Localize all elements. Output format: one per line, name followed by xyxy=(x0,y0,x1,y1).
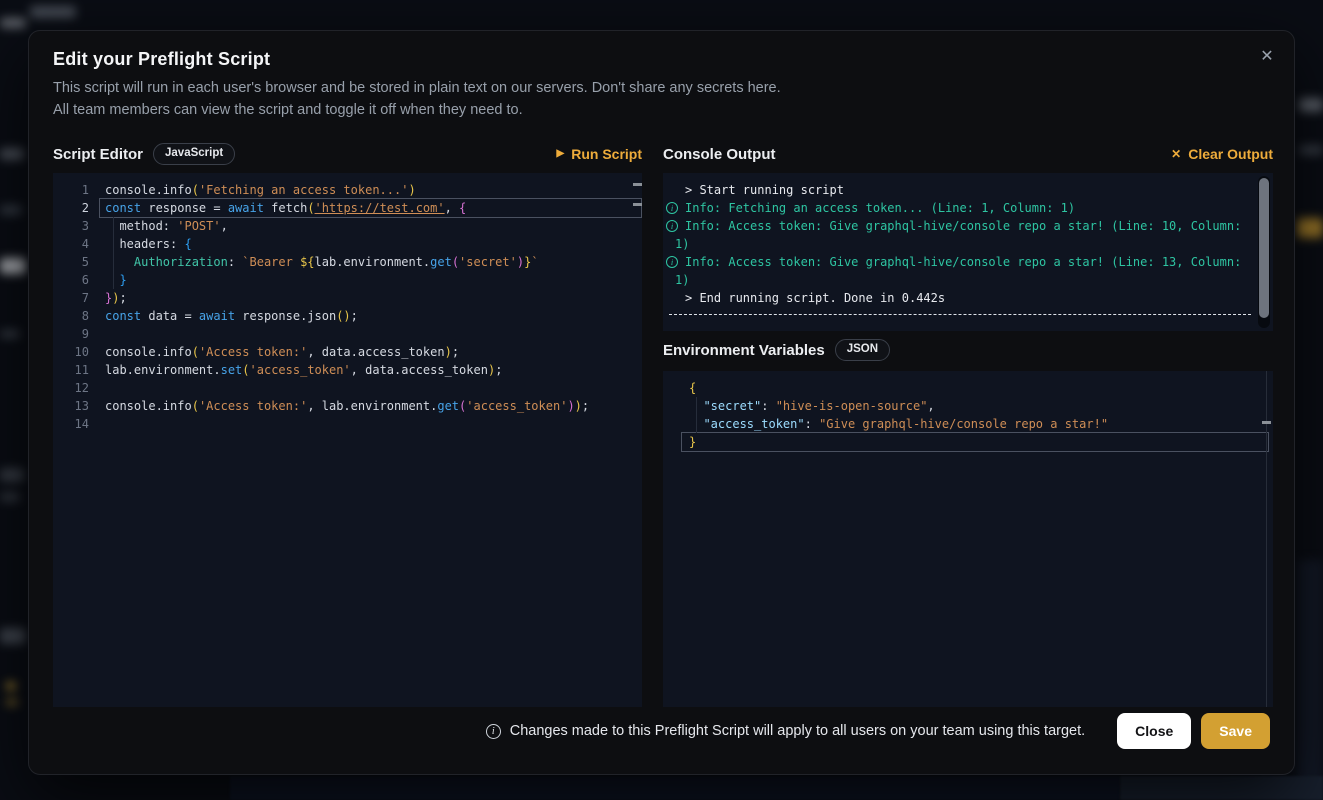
line-number: 10 xyxy=(53,343,89,361)
env-variables-editor[interactable]: { "secret": "hive-is-open-source", "acce… xyxy=(663,371,1273,707)
code-line: "access_token": "Give graphql-hive/conso… xyxy=(689,415,1273,433)
clear-icon: ✕ xyxy=(1171,148,1181,160)
code-line: 7}); xyxy=(53,289,642,307)
backdrop-blob xyxy=(0,330,20,338)
code-line: 13console.info('Access token:', lab.envi… xyxy=(53,397,642,415)
code-line: 6 } xyxy=(53,271,642,289)
console-output-header: Console Output ✕ Clear Output xyxy=(663,141,1273,167)
footer-note: Changes made to this Preflight Script wi… xyxy=(510,723,1085,739)
page-backdrop: ✕ Edit your Preflight Script This script… xyxy=(0,0,1323,800)
console-output-heading: Console Output xyxy=(663,146,776,163)
backdrop-blob xyxy=(1298,560,1323,800)
backdrop-blob xyxy=(0,628,26,644)
code-line: 10console.info('Access token:', data.acc… xyxy=(53,343,642,361)
line-number: 13 xyxy=(53,397,89,415)
console-separator xyxy=(669,314,1251,315)
overview-ruler-mark xyxy=(633,183,642,186)
code-line: 12 xyxy=(53,379,642,397)
code-line: 3 method: 'POST', xyxy=(53,217,642,235)
console-line: > Start running script xyxy=(663,181,1251,199)
info-circle-icon: i xyxy=(666,202,678,214)
backdrop-blob xyxy=(30,6,76,18)
backdrop-strip xyxy=(230,776,1120,800)
code-line: 14 xyxy=(53,415,642,433)
run-script-button[interactable]: ▶ Run Script xyxy=(557,146,642,162)
modal-title: Edit your Preflight Script xyxy=(53,49,270,70)
line-number: 5 xyxy=(53,253,89,271)
line-number: 2 xyxy=(53,199,89,217)
json-badge: JSON xyxy=(835,339,890,361)
overview-ruler-mark xyxy=(633,203,642,206)
code-line: "secret": "hive-is-open-source", xyxy=(689,397,1273,415)
code-line: } xyxy=(689,433,1273,451)
console-output[interactable]: > Start running scriptiInfo: Fetching an… xyxy=(663,173,1273,331)
modal-description-line1: This script will run in each user's brow… xyxy=(53,77,781,99)
backdrop-blob xyxy=(0,205,22,215)
backdrop-blob xyxy=(0,148,24,160)
code-line: 9 xyxy=(53,325,642,343)
console-line: iInfo: Access token: Give graphql-hive/c… xyxy=(663,253,1251,271)
backdrop-blob xyxy=(1299,98,1323,112)
close-button[interactable]: Close xyxy=(1117,713,1191,749)
line-number: 8 xyxy=(53,307,89,325)
backdrop-blob xyxy=(0,492,20,502)
env-variables-heading: Environment Variables xyxy=(663,342,825,359)
backdrop-blob xyxy=(6,682,16,690)
script-editor[interactable]: 1console.info('Fetching an access token.… xyxy=(53,173,642,707)
script-editor-header: Script Editor JavaScript ▶ Run Script xyxy=(53,141,642,167)
close-icon[interactable]: ✕ xyxy=(1254,43,1280,69)
console-line: 1) xyxy=(663,271,1251,289)
line-number: 14 xyxy=(53,415,89,433)
console-line: iInfo: Fetching an access token... (Line… xyxy=(663,199,1251,217)
line-number: 1 xyxy=(53,181,89,199)
save-button[interactable]: Save xyxy=(1201,713,1270,749)
indent-guide xyxy=(696,397,697,433)
play-icon: ▶ xyxy=(557,149,565,159)
line-number: 9 xyxy=(53,325,89,343)
script-editor-heading: Script Editor xyxy=(53,146,143,163)
run-script-label: Run Script xyxy=(571,146,642,162)
console-scrollbar[interactable] xyxy=(1258,176,1270,328)
line-number: 4 xyxy=(53,235,89,253)
backdrop-strip xyxy=(1120,776,1323,800)
info-icon: i xyxy=(486,724,501,739)
code-line: 4 headers: { xyxy=(53,235,642,253)
backdrop-blob xyxy=(0,468,24,482)
line-number: 7 xyxy=(53,289,89,307)
env-variables-header: Environment Variables JSON xyxy=(663,337,1273,363)
javascript-badge: JavaScript xyxy=(153,143,235,165)
indent-guide xyxy=(113,217,114,289)
modal-footer: i Changes made to this Preflight Script … xyxy=(53,713,1270,749)
backdrop-blob xyxy=(6,698,18,706)
backdrop-blob xyxy=(0,18,26,28)
backdrop-blob xyxy=(1297,218,1323,238)
console-line: 1) xyxy=(663,235,1251,253)
backdrop-blob xyxy=(1299,145,1323,155)
preflight-script-modal: ✕ Edit your Preflight Script This script… xyxy=(28,30,1295,775)
line-number: 6 xyxy=(53,271,89,289)
overview-ruler-mark xyxy=(1262,421,1271,424)
console-line: iInfo: Access token: Give graphql-hive/c… xyxy=(663,217,1251,235)
code-line: 1console.info('Fetching an access token.… xyxy=(53,181,642,199)
code-line: 8const data = await response.json(); xyxy=(53,307,642,325)
code-line: 5 Authorization: `Bearer ${lab.environme… xyxy=(53,253,642,271)
modal-description-line2: All team members can view the script and… xyxy=(53,99,523,121)
backdrop-blob xyxy=(0,258,26,274)
code-line: 11lab.environment.set('access_token', da… xyxy=(53,361,642,379)
info-circle-icon: i xyxy=(666,220,678,232)
line-number: 3 xyxy=(53,217,89,235)
line-number: 12 xyxy=(53,379,89,397)
clear-output-label: Clear Output xyxy=(1188,146,1273,162)
code-line: { xyxy=(689,379,1273,397)
console-line: > End running script. Done in 0.442s xyxy=(663,289,1251,307)
code-line: 2const response = await fetch('https://t… xyxy=(53,199,642,217)
clear-output-button[interactable]: ✕ Clear Output xyxy=(1171,146,1273,162)
info-circle-icon: i xyxy=(666,256,678,268)
line-number: 11 xyxy=(53,361,89,379)
scrollbar-thumb[interactable] xyxy=(1259,178,1269,318)
